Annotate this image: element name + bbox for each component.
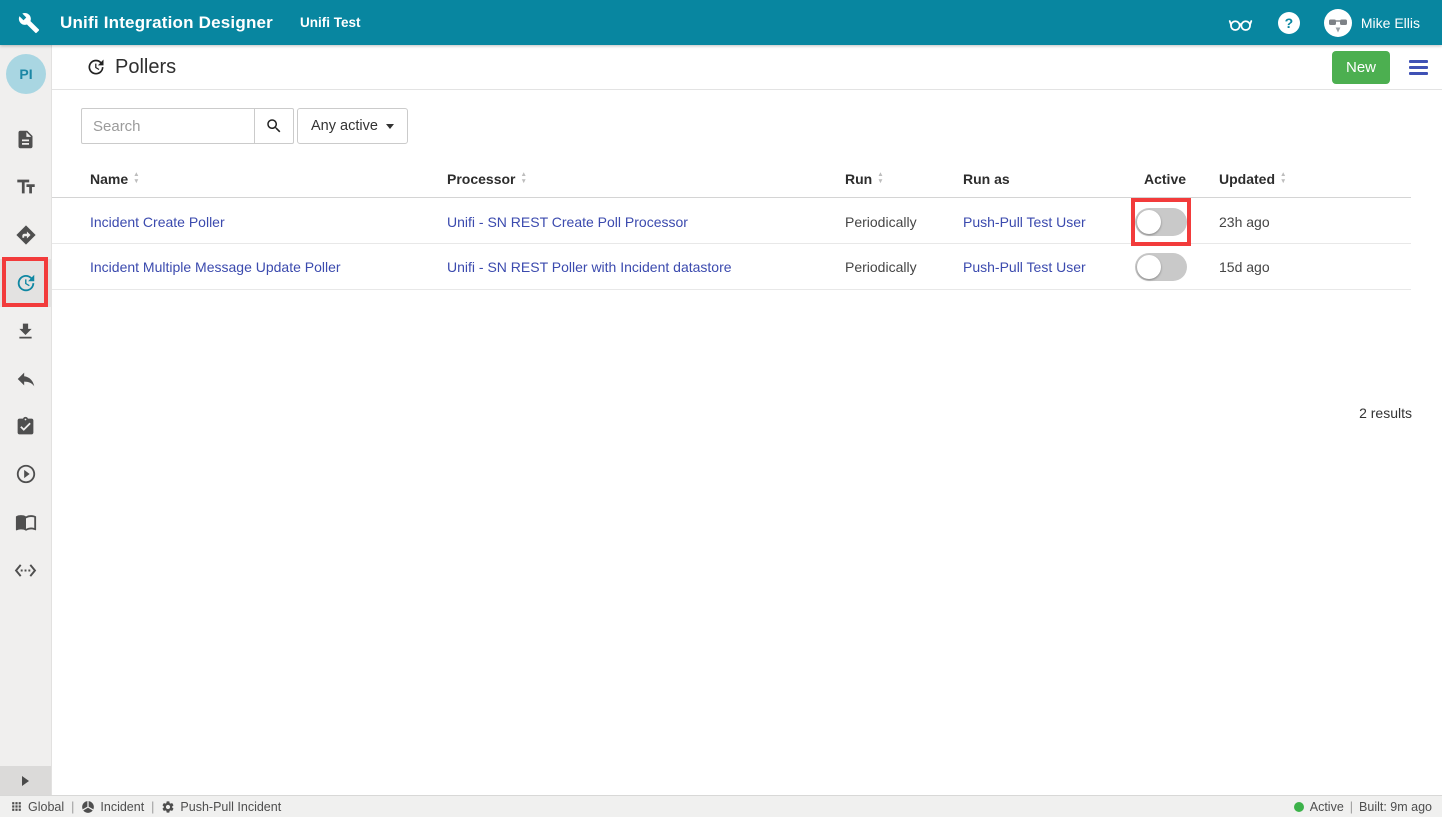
glasses-icon[interactable]	[1227, 9, 1254, 36]
sidebar-item-documentation[interactable]	[0, 498, 51, 546]
separator: |	[151, 800, 154, 814]
poller-clock-icon	[86, 57, 106, 77]
table-row: Incident Multiple Message Update Poller …	[52, 244, 1411, 290]
book-icon	[15, 511, 37, 533]
processor-link[interactable]: Unifi - SN REST Poller with Incident dat…	[447, 259, 732, 275]
run-as-link[interactable]: Push-Pull Test User	[963, 214, 1086, 230]
sidebar-item-tasks[interactable]	[0, 402, 51, 450]
built-label: Built: 9m ago	[1359, 800, 1432, 814]
chevron-down-icon	[386, 124, 394, 129]
sort-icon: ▲▼	[133, 172, 139, 184]
toggle-knob	[1137, 255, 1161, 279]
statusbar: Global | Incident | Push-Pull Incident A…	[0, 795, 1442, 817]
expand-arrow-icon	[22, 776, 29, 786]
poller-name-link[interactable]: Incident Multiple Message Update Poller	[90, 259, 341, 275]
download-icon	[15, 321, 36, 342]
updated-value: 15d ago	[1219, 259, 1411, 275]
column-header-updated[interactable]: Updated ▲▼	[1219, 171, 1411, 187]
play-circle-icon	[15, 463, 37, 485]
user-avatar	[1324, 9, 1352, 37]
wrench-icon	[18, 12, 40, 34]
annotation-box-toggle	[1131, 198, 1191, 246]
user-name: Mike Ellis	[1361, 15, 1420, 31]
results-count: 2 results	[1359, 405, 1412, 421]
sidebar-item-run[interactable]	[0, 450, 51, 498]
page-title: Pollers	[115, 56, 176, 79]
search-button[interactable]	[254, 108, 294, 144]
sidebar-item-documents[interactable]	[0, 115, 51, 163]
active-filter-value: Any active	[311, 118, 378, 134]
new-button[interactable]: New	[1332, 51, 1390, 84]
menu-icon[interactable]	[1409, 58, 1428, 77]
toggle-knob	[1137, 210, 1161, 234]
application-chip[interactable]: Incident	[81, 800, 144, 814]
page-header: Pollers New	[52, 45, 1442, 90]
updated-value: 23h ago	[1219, 214, 1411, 230]
active-toggle[interactable]	[1135, 208, 1187, 236]
scope-chip[interactable]: Global	[10, 800, 64, 814]
user-menu[interactable]: Mike Ellis	[1324, 9, 1420, 37]
toolbar: Any active	[81, 108, 1442, 144]
topbar: Unifi Integration Designer Unifi Test ? …	[0, 0, 1442, 45]
clipboard-check-icon	[15, 416, 36, 437]
poller-clock-icon	[15, 272, 37, 294]
column-header-run[interactable]: Run ▲▼	[845, 171, 963, 187]
workspace-avatar[interactable]: PI	[6, 54, 46, 94]
document-icon	[15, 129, 36, 150]
run-value: Periodically	[845, 214, 963, 230]
separator: |	[71, 800, 74, 814]
processor-link[interactable]: Unifi - SN REST Create Poll Processor	[447, 214, 688, 230]
separator: |	[1350, 800, 1353, 814]
grid-icon	[10, 800, 23, 813]
sort-icon: ▲▼	[877, 172, 883, 184]
application-icon	[81, 800, 95, 814]
application-label: Incident	[100, 800, 144, 814]
status-dot-icon	[1294, 802, 1304, 812]
text-fields-icon	[15, 176, 37, 198]
table-header: Name ▲▼ Processor ▲▼ Run ▲▼ Run as Activ…	[52, 160, 1411, 198]
diamond-arrow-icon	[15, 224, 37, 246]
sidebar-item-fields[interactable]	[0, 163, 51, 211]
sidebar-item-pollers[interactable]	[0, 259, 51, 307]
process-chip[interactable]: Push-Pull Incident	[161, 800, 281, 814]
poller-name-link[interactable]: Incident Create Poller	[90, 214, 225, 230]
active-filter-dropdown[interactable]: Any active	[297, 108, 408, 144]
column-header-processor[interactable]: Processor ▲▼	[447, 171, 845, 187]
sidebar-item-messages[interactable]	[0, 211, 51, 259]
reply-arrow-icon	[15, 368, 37, 390]
help-icon[interactable]: ?	[1278, 12, 1300, 34]
scope-label: Global	[28, 800, 64, 814]
sidebar-item-scripts[interactable]	[0, 546, 51, 594]
sort-icon: ▲▼	[1280, 172, 1286, 184]
environment-link[interactable]: Unifi Test	[300, 15, 361, 30]
column-header-name[interactable]: Name ▲▼	[90, 171, 447, 187]
process-label: Push-Pull Incident	[180, 800, 281, 814]
sidebar-item-download[interactable]	[0, 307, 51, 355]
sidebar-expand-button[interactable]	[0, 766, 51, 795]
code-icon	[14, 559, 37, 582]
status-label: Active	[1310, 800, 1344, 814]
main-content: Pollers New Any active Name ▲▼ Processor…	[52, 45, 1442, 795]
app-title: Unifi Integration Designer	[60, 13, 273, 33]
sort-icon: ▲▼	[520, 172, 526, 184]
table-row: Incident Create Poller Unifi - SN REST C…	[52, 198, 1411, 244]
search-input[interactable]	[81, 108, 255, 144]
column-header-active: Active	[1144, 171, 1219, 187]
run-as-link[interactable]: Push-Pull Test User	[963, 259, 1086, 275]
app-logo[interactable]	[18, 12, 40, 34]
active-toggle[interactable]	[1135, 253, 1187, 281]
search-icon	[265, 117, 283, 135]
run-value: Periodically	[845, 259, 963, 275]
gear-icon	[161, 800, 175, 814]
column-header-run-as[interactable]: Run as	[963, 171, 1144, 187]
sidebar-item-responses[interactable]	[0, 355, 51, 403]
sidebar: PI	[0, 45, 52, 795]
